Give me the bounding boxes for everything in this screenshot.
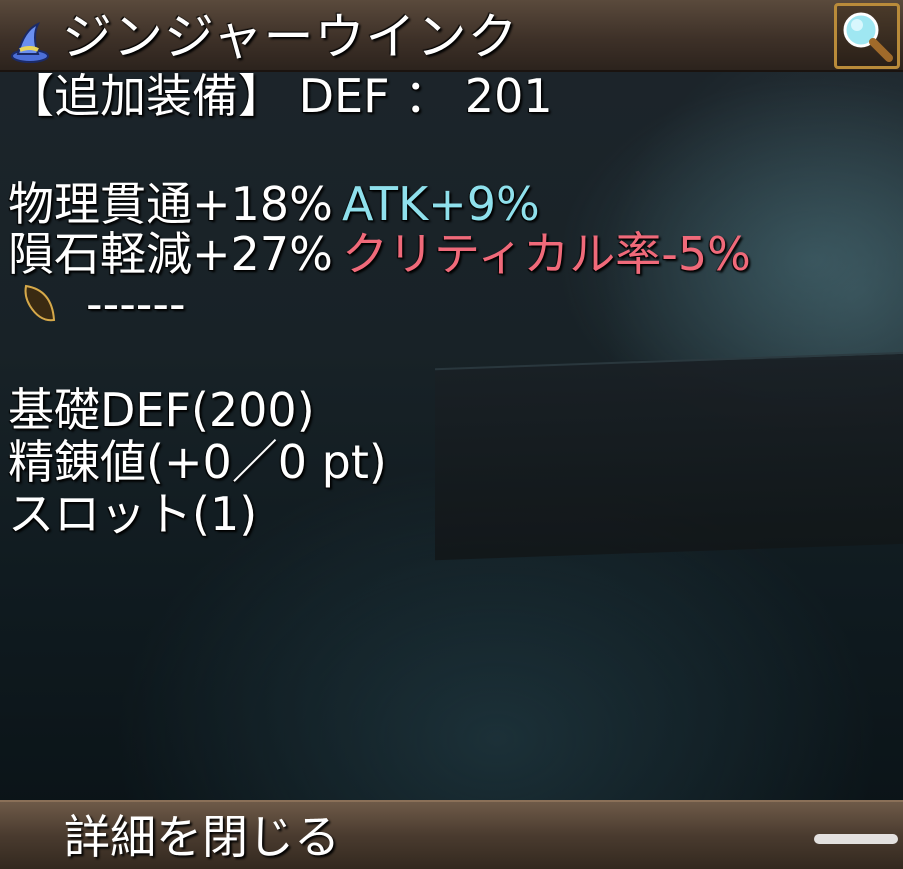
scroll-indicator-icon	[814, 830, 898, 846]
item-title-bar: ジンジャーウインク	[0, 0, 903, 72]
equip-def-line: 【追加装備】 DEF ： 201	[8, 69, 553, 123]
wizard-hat-icon	[8, 20, 52, 64]
search-button[interactable]	[834, 3, 900, 69]
item-name: ジンジャーウインク	[62, 8, 519, 66]
stat-critical-rate: クリティカル率-5%	[342, 227, 751, 281]
empty-stat-line: ------	[86, 277, 186, 331]
slot-count: スロット(1)	[8, 487, 258, 541]
background-rock	[435, 351, 903, 561]
base-def: 基礎DEF(200)	[8, 383, 315, 437]
stat-physical-penetration: 物理貫通+18%	[8, 177, 333, 231]
close-details-label: 詳細を閉じる	[64, 810, 340, 864]
seed-icon	[22, 282, 58, 326]
stat-atk: ATK+9%	[342, 177, 540, 231]
refine-value: 精錬値(+0／0 pt)	[8, 435, 387, 489]
magnifier-icon	[837, 12, 897, 70]
stat-meteor-reduction: 隕石軽減+27%	[8, 227, 333, 281]
close-details-button[interactable]: 詳細を閉じる	[0, 800, 903, 869]
